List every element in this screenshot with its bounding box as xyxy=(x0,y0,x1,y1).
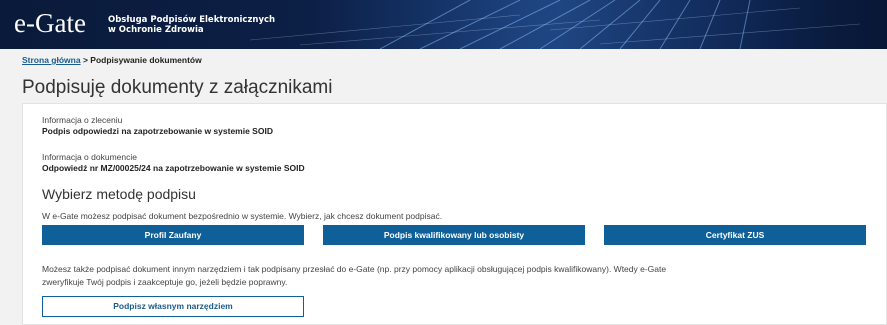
document-info-value: Odpowiedź nr MZ/00025/24 na zapotrzebowa… xyxy=(42,163,305,173)
logo-text[interactable]: e-Gate xyxy=(14,8,86,38)
own-tool-sign-button[interactable]: Podpisz własnym narzędziem xyxy=(42,296,304,317)
tagline-line-2: w Ochronie Zdrowia xyxy=(108,25,204,35)
sign-method-description: W e-Gate możesz podpisać dokument bezpoś… xyxy=(42,211,443,221)
breadcrumb-separator: > xyxy=(82,55,88,65)
breadcrumb-home-link[interactable]: Strona główna xyxy=(22,55,81,65)
alternative-signing-line-2: zweryfikuje Twój podpis i zaakceptuje go… xyxy=(42,277,288,287)
profil-zaufany-button[interactable]: Profil Zaufany xyxy=(42,225,304,245)
sign-method-title: Wybierz metodę podpisu xyxy=(42,186,196,202)
tagline-line-1: Obsługa Podpisów Elektronicznych xyxy=(108,15,276,25)
breadcrumb: Strona główna > Podpisywanie dokumentów xyxy=(22,55,202,65)
alternative-signing-line-1: Możesz także podpisać dokument innym nar… xyxy=(42,264,667,274)
document-info-label: Informacja o dokumencie xyxy=(42,152,137,162)
signing-panel: Informacja o zleceniu Podpis odpowiedzi … xyxy=(22,103,887,325)
qualified-signature-button[interactable]: Podpis kwalifikowany lub osobisty xyxy=(323,225,585,245)
page-title: Podpisuję dokumenty z załącznikami xyxy=(22,77,333,98)
order-info-value: Podpis odpowiedzi na zapotrzebowanie w s… xyxy=(42,126,273,136)
header-tagline: Obsługa Podpisów Elektronicznych w Ochro… xyxy=(108,15,275,35)
order-info-label: Informacja o zleceniu xyxy=(42,115,123,125)
zus-certificate-button[interactable]: Certyfikat ZUS xyxy=(604,225,866,245)
breadcrumb-current: Podpisywanie dokumentów xyxy=(90,55,202,65)
header-banner: e-Gate Obsługa Podpisów Elektronicznych … xyxy=(0,0,887,49)
alternative-signing-text: Możesz także podpisać dokument innym nar… xyxy=(42,263,722,289)
